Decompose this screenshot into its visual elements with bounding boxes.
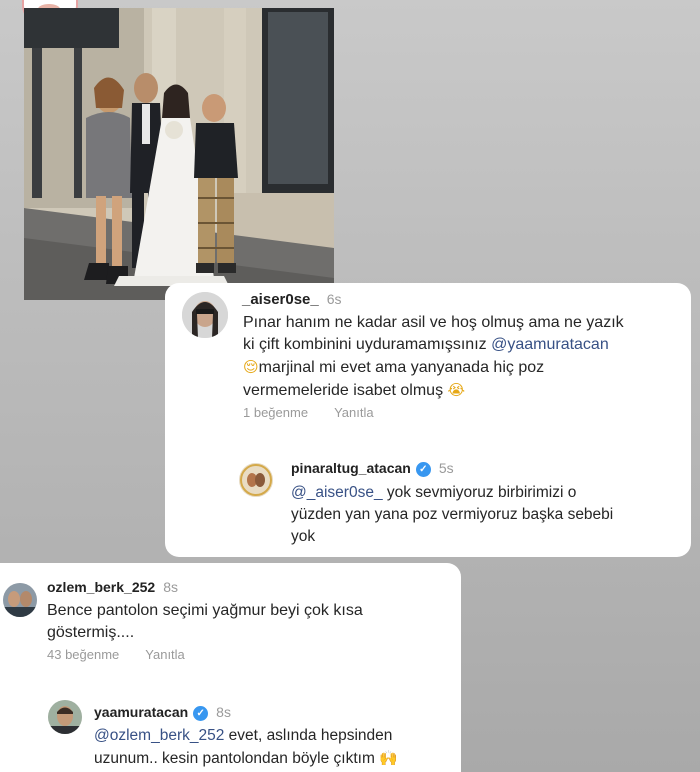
avatar-aiser0se[interactable] bbox=[182, 292, 228, 338]
comment-meta: 1 beğenme Yanıtla bbox=[243, 405, 374, 420]
username-text[interactable]: _aiser0se_ bbox=[242, 291, 319, 308]
comment-text: Pınar hanım ne kadar asil ve hoş olmuş a… bbox=[243, 312, 683, 402]
avatar-pinaraltug-atacan[interactable] bbox=[239, 463, 273, 497]
verified-badge-icon: ✓ bbox=[415, 462, 431, 477]
relieved-face-icon: 😌 bbox=[243, 358, 259, 376]
username-text[interactable]: ozlem_berk_252 bbox=[47, 579, 155, 595]
reply-text: @_aiser0se_ yok sevmiyoruz birbirimizi o… bbox=[291, 482, 681, 548]
mention-link[interactable]: @yaamuratacan bbox=[491, 336, 609, 353]
comment-username[interactable]: _aiser0se_ 6s bbox=[242, 291, 342, 308]
username-text[interactable]: pinaraltug_atacan bbox=[291, 460, 411, 476]
raised-hands-icon: 🙌 bbox=[379, 749, 398, 767]
verified-badge-icon: ✓ bbox=[193, 706, 209, 721]
comment-line: Bence pantolon seçimi yağmur beyi çok kı… bbox=[47, 602, 363, 619]
reply-text: @ozlem_berk_252 evet, aslında hepsinden … bbox=[94, 725, 454, 770]
comment-card-1: _aiser0se_ 6s Pınar hanım ne kadar asil v… bbox=[165, 283, 691, 557]
comment-card-2: ozlem_berk_252 8s Bence pantolon seçimi y… bbox=[0, 563, 461, 772]
comment-text: Bence pantolon seçimi yağmur beyi çok kı… bbox=[47, 600, 447, 644]
comment-time: 8s bbox=[163, 579, 178, 595]
reply-button[interactable]: Yanıtla bbox=[145, 647, 185, 662]
comment-line: göstermiş.... bbox=[47, 624, 135, 641]
comment-username[interactable]: ozlem_berk_252 8s bbox=[47, 579, 178, 595]
mention-link[interactable]: @_aiser0se_ bbox=[291, 484, 383, 501]
comment-line: Pınar hanım ne kadar asil ve hoş olmuş a… bbox=[243, 314, 624, 331]
likes-count[interactable]: 1 beğenme bbox=[243, 405, 308, 420]
comment-time: 6s bbox=[326, 291, 342, 307]
reply-button[interactable]: Yanıtla bbox=[334, 405, 374, 420]
comment-line: vermemeleride isabet olmuş bbox=[243, 382, 444, 399]
mention-link[interactable]: @ozlem_berk_252 bbox=[94, 727, 224, 744]
reply-line: yüzden yan yana poz vermiyoruz başka seb… bbox=[291, 506, 614, 523]
reply-line: evet, aslında hepsinden bbox=[228, 727, 393, 744]
reply-time: 8s bbox=[216, 704, 231, 720]
reply-line: yok sevmiyoruz birbirimizi o bbox=[386, 484, 577, 501]
reply-line: yok bbox=[291, 528, 316, 545]
reply-time: 5s bbox=[438, 460, 454, 476]
avatar-ozlem-berk[interactable] bbox=[3, 583, 37, 617]
reply-username[interactable]: yaamuratacan ✓ 8s bbox=[94, 704, 231, 721]
likes-count[interactable]: 43 beğenme bbox=[47, 647, 119, 662]
wedding-photo bbox=[24, 8, 334, 300]
reply-username[interactable]: pinaraltug_atacan ✓ 5s bbox=[291, 460, 454, 477]
comment-meta: 43 beğenme Yanıtla bbox=[47, 647, 185, 662]
crying-face-icon: 😭 bbox=[447, 381, 466, 399]
reply-line: uzunum.. kesin pantolondan böyle çıktım bbox=[94, 750, 375, 767]
comment-line: marjinal mi evet ama yanyanada hiç poz bbox=[258, 359, 545, 376]
username-text[interactable]: yaamuratacan bbox=[94, 704, 188, 720]
avatar-yaamuratacan[interactable] bbox=[48, 700, 82, 734]
comment-line: ki çift kombinini uyduramamışsınız bbox=[243, 336, 487, 353]
